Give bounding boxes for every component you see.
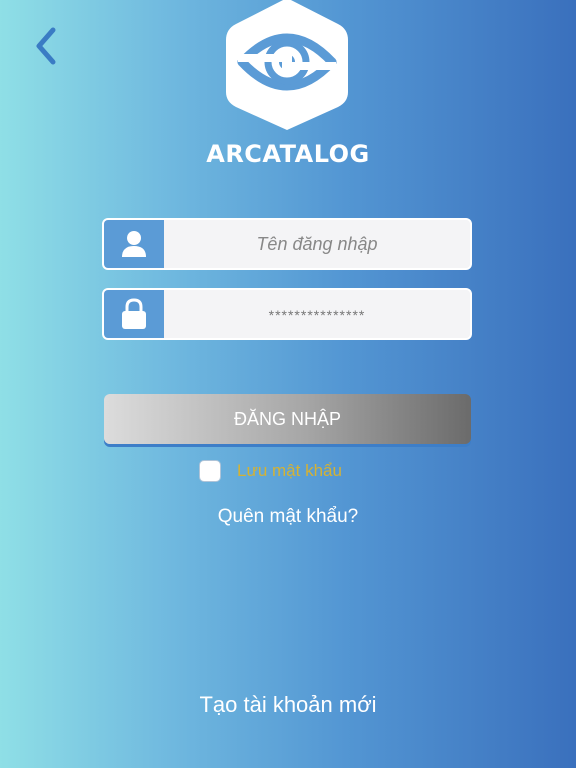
brand-name: ARCATALOG: [206, 140, 370, 168]
username-field[interactable]: [102, 218, 472, 270]
arcatalog-logo-icon: [226, 0, 348, 130]
user-icon: [104, 220, 164, 268]
username-input[interactable]: [164, 220, 470, 268]
remember-password-checkbox[interactable]: [199, 460, 221, 482]
remember-password-row[interactable]: Lưu mật khẩu: [199, 460, 342, 482]
remember-password-label: Lưu mật khẩu: [237, 461, 342, 480]
password-input[interactable]: [164, 290, 470, 338]
back-button[interactable]: [26, 24, 66, 68]
chevron-left-icon: [36, 27, 56, 65]
login-button[interactable]: ĐĂNG NHẬP: [104, 394, 471, 444]
forgot-password-link[interactable]: Quên mật khẩu?: [0, 506, 576, 528]
password-field[interactable]: [102, 288, 472, 340]
lock-icon: [104, 290, 164, 338]
create-account-link[interactable]: Tạo tài khoản mới: [0, 692, 576, 718]
app-logo: [220, 0, 354, 132]
